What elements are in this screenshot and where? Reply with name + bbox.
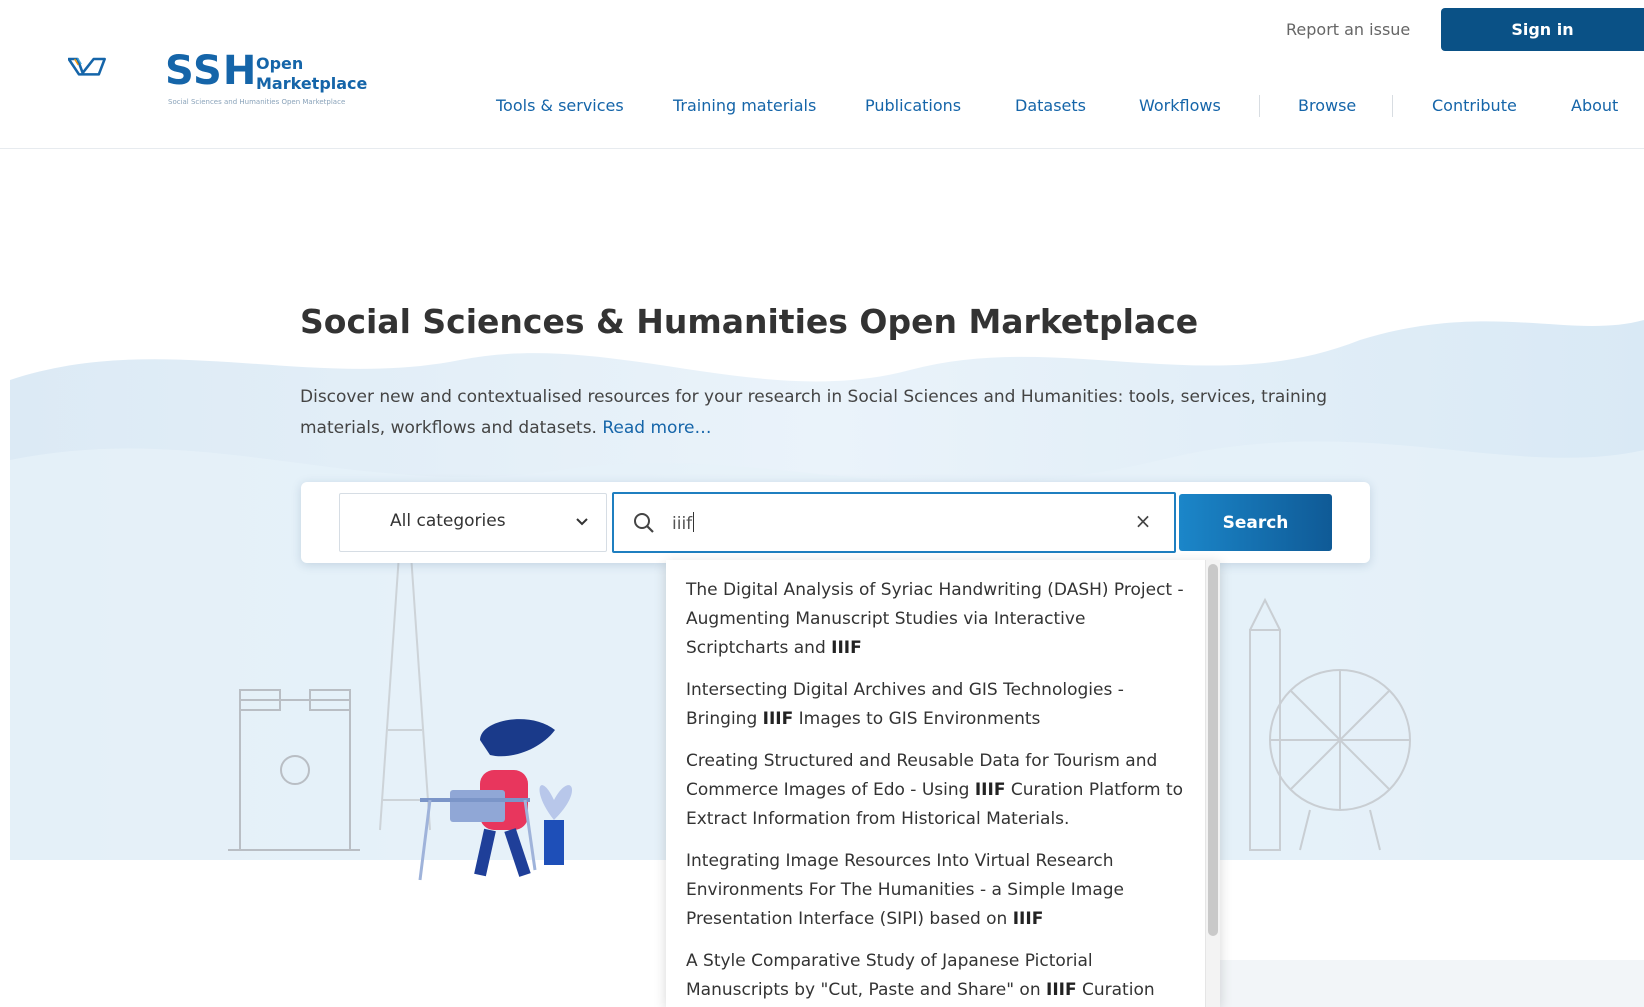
suggestion-item[interactable]: A Style Comparative Study of Japanese Pi…	[686, 947, 1186, 1007]
search-button[interactable]: Search	[1179, 494, 1332, 551]
nav-training-materials[interactable]: Training materials	[673, 96, 816, 115]
hero-description-text: Discover new and contextualised resource…	[300, 387, 1328, 438]
logo-tagline: Social Sciences and Humanities Open Mark…	[168, 98, 346, 106]
nav-tools-services[interactable]: Tools & services	[496, 96, 624, 115]
search-icon	[634, 513, 654, 533]
search-input-value: iiif	[672, 512, 695, 534]
logo-marketplace-text: Marketplace	[256, 74, 368, 93]
nav-browse[interactable]: Browse	[1298, 96, 1356, 115]
nav-datasets[interactable]: Datasets	[1015, 96, 1086, 115]
suggestion-item[interactable]: Integrating Image Resources Into Virtual…	[686, 847, 1186, 934]
suggestion-item[interactable]: The Digital Analysis of Syriac Handwriti…	[686, 576, 1186, 663]
logo-ssh-text: SSH	[165, 48, 258, 94]
dropdown-scrollbar-thumb[interactable]	[1208, 564, 1218, 936]
nav-divider	[1392, 95, 1393, 117]
sign-in-button[interactable]: Sign in	[1441, 8, 1644, 51]
nav-about[interactable]: About	[1571, 96, 1618, 115]
nav-publications[interactable]: Publications	[865, 96, 961, 115]
nav-divider	[1259, 95, 1260, 117]
close-icon[interactable]: ×	[1130, 508, 1156, 534]
ssh-logo-mark[interactable]	[68, 40, 178, 100]
hero-description: Discover new and contextualised resource…	[300, 382, 1360, 444]
nav-contribute[interactable]: Contribute	[1432, 96, 1517, 115]
report-issue-link[interactable]: Report an issue	[1286, 20, 1410, 39]
page-title: Social Sciences & Humanities Open Market…	[300, 302, 1199, 341]
search-input[interactable]: iiif ×	[612, 492, 1176, 553]
nav-workflows[interactable]: Workflows	[1139, 96, 1221, 115]
site-header: SSH Open Marketplace Social Sciences and…	[0, 0, 1644, 149]
read-more-link[interactable]: Read more…	[602, 418, 711, 438]
search-suggestions-dropdown: The Digital Analysis of Syriac Handwriti…	[666, 560, 1220, 1007]
category-select[interactable]: All categories	[339, 493, 607, 552]
logo-open-text: Open	[256, 54, 304, 73]
chevron-down-icon	[576, 518, 588, 526]
suggestion-item[interactable]: Creating Structured and Reusable Data fo…	[686, 747, 1186, 834]
suggestion-item[interactable]: Intersecting Digital Archives and GIS Te…	[686, 676, 1186, 734]
category-select-value: All categories	[390, 511, 506, 531]
